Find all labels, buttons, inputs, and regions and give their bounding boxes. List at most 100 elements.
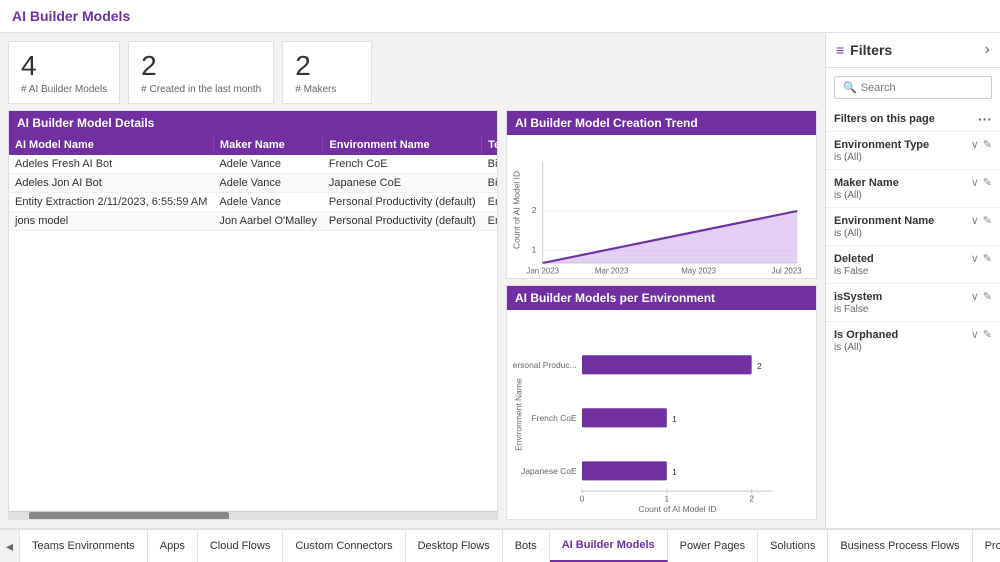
svg-text:Japanese CoE: Japanese CoE bbox=[521, 466, 577, 476]
main-layout: 4 # AI Builder Models 2 # Created in the… bbox=[0, 33, 1000, 528]
tab-cloud-flows[interactable]: Cloud Flows bbox=[198, 530, 284, 562]
svg-text:French CoE: French CoE bbox=[531, 413, 577, 423]
tab-desktop-flows[interactable]: Desktop Flows bbox=[406, 530, 503, 562]
table-cell: French CoE bbox=[323, 155, 482, 174]
bottom-section: AI Builder Model Details AI Model Name M… bbox=[8, 110, 817, 520]
filter-value-1: is (All) bbox=[834, 190, 992, 201]
filter-item-1[interactable]: Maker Name ∨ ✎ is (All) bbox=[826, 169, 1000, 207]
filter-item-header-3: Deleted ∨ ✎ bbox=[834, 252, 992, 265]
filter-item-header-2: Environment Name ∨ ✎ bbox=[834, 214, 992, 227]
trend-chart-svg: Count of AI Model ID 1 2 bbox=[513, 141, 810, 279]
filter-actions-2: ∨ ✎ bbox=[971, 214, 992, 227]
filter-name-0: Environment Type bbox=[834, 139, 929, 151]
page-header: AI Builder Models bbox=[0, 0, 1000, 33]
svg-text:Count of AI Model ID: Count of AI Model ID bbox=[638, 504, 716, 513]
bottom-tabs: ◂ Teams EnvironmentsAppsCloud FlowsCusto… bbox=[0, 528, 1000, 562]
tab-process-flows[interactable]: Process Flows bbox=[973, 530, 1000, 562]
table-cell: Personal Productivity (default) bbox=[323, 193, 482, 212]
kpi-row: 4 # AI Builder Models 2 # Created in the… bbox=[8, 41, 817, 104]
filter-clear-5[interactable]: ✎ bbox=[983, 328, 992, 341]
filters-expand-button[interactable]: › bbox=[985, 41, 990, 59]
filter-name-4: isSystem bbox=[834, 291, 882, 303]
table-cell: Adeles Jon AI Bot bbox=[9, 174, 213, 193]
svg-text:0: 0 bbox=[580, 493, 585, 503]
col-maker-name: Maker Name bbox=[213, 135, 322, 155]
tab-bots[interactable]: Bots bbox=[503, 530, 550, 562]
table-cell: EntityExtraction bbox=[482, 212, 497, 231]
filter-clear-3[interactable]: ✎ bbox=[983, 252, 992, 265]
svg-text:Created on (Month): Created on (Month) bbox=[633, 276, 707, 278]
svg-text:2: 2 bbox=[532, 205, 537, 215]
svg-text:1: 1 bbox=[672, 414, 677, 424]
search-icon: 🔍 bbox=[843, 81, 857, 94]
ai-models-table: AI Model Name Maker Name Environment Nam… bbox=[9, 135, 497, 231]
filter-clear-1[interactable]: ✎ bbox=[983, 176, 992, 189]
filters-title: ≡ Filters bbox=[836, 42, 892, 58]
svg-text:2: 2 bbox=[757, 361, 762, 371]
table-scrollbar[interactable] bbox=[9, 511, 497, 519]
filter-item-header-0: Environment Type ∨ ✎ bbox=[834, 138, 992, 151]
filter-clear-2[interactable]: ✎ bbox=[983, 214, 992, 227]
filter-item-2[interactable]: Environment Name ∨ ✎ is (All) bbox=[826, 207, 1000, 245]
filter-clear-4[interactable]: ✎ bbox=[983, 290, 992, 303]
table-cell: Entity Extraction 2/11/2023, 6:55:59 AM bbox=[9, 193, 213, 212]
filter-actions-3: ∨ ✎ bbox=[971, 252, 992, 265]
tab-teams-environments[interactable]: Teams Environments bbox=[20, 530, 148, 562]
kpi-value-0: 4 bbox=[21, 50, 107, 82]
col-template: Template bbox=[482, 135, 497, 155]
table-container[interactable]: AI Model Name Maker Name Environment Nam… bbox=[9, 135, 497, 511]
filter-chevron-0[interactable]: ∨ bbox=[971, 138, 979, 151]
per-env-chart-box: AI Builder Models per Environment Enviro… bbox=[506, 285, 817, 520]
filter-chevron-2[interactable]: ∨ bbox=[971, 214, 979, 227]
kpi-card-0: 4 # AI Builder Models bbox=[8, 41, 120, 104]
trend-chart-box: AI Builder Model Creation Trend Count of… bbox=[506, 110, 817, 279]
filter-name-3: Deleted bbox=[834, 253, 874, 265]
per-env-chart-title: AI Builder Models per Environment bbox=[507, 286, 816, 310]
filter-item-4[interactable]: isSystem ∨ ✎ is False bbox=[826, 283, 1000, 321]
table-header-row: AI Model Name Maker Name Environment Nam… bbox=[9, 135, 497, 155]
svg-text:1: 1 bbox=[664, 493, 669, 503]
filter-item-header-4: isSystem ∨ ✎ bbox=[834, 290, 992, 303]
filter-chevron-5[interactable]: ∨ bbox=[971, 328, 979, 341]
filter-search-box[interactable]: 🔍 bbox=[834, 76, 992, 99]
filter-search-input[interactable] bbox=[861, 82, 983, 94]
filter-actions-0: ∨ ✎ bbox=[971, 138, 992, 151]
filters-more-button[interactable]: ··· bbox=[978, 111, 992, 127]
filter-clear-0[interactable]: ✎ bbox=[983, 138, 992, 151]
filters-label: Filters bbox=[850, 42, 892, 58]
table-cell: Adele Vance bbox=[213, 174, 322, 193]
kpi-label-2: # Makers bbox=[295, 84, 359, 95]
kpi-value-1: 2 bbox=[141, 50, 261, 82]
filter-item-5[interactable]: Is Orphaned ∨ ✎ is (All) bbox=[826, 321, 1000, 359]
filter-chevron-4[interactable]: ∨ bbox=[971, 290, 979, 303]
filter-item-3[interactable]: Deleted ∨ ✎ is False bbox=[826, 245, 1000, 283]
tab-apps[interactable]: Apps bbox=[148, 530, 198, 562]
table-cell: Personal Productivity (default) bbox=[323, 212, 482, 231]
filter-chevron-3[interactable]: ∨ bbox=[971, 252, 979, 265]
per-env-chart-content: Environment Name Personal Produc... 2 Fr… bbox=[507, 310, 816, 519]
tab-custom-connectors[interactable]: Custom Connectors bbox=[283, 530, 405, 562]
filter-item-header-5: Is Orphaned ∨ ✎ bbox=[834, 328, 992, 341]
tab-ai-builder-models[interactable]: AI Builder Models bbox=[550, 530, 668, 562]
filter-chevron-1[interactable]: ∨ bbox=[971, 176, 979, 189]
filter-item-0[interactable]: Environment Type ∨ ✎ is (All) bbox=[826, 131, 1000, 169]
filter-value-3: is False bbox=[834, 266, 992, 277]
tab-solutions[interactable]: Solutions bbox=[758, 530, 828, 562]
trend-chart-title: AI Builder Model Creation Trend bbox=[507, 111, 816, 135]
filter-value-5: is (All) bbox=[834, 342, 992, 353]
tab-nav-prev[interactable]: ◂ bbox=[0, 530, 20, 562]
svg-text:Jul 2023: Jul 2023 bbox=[772, 267, 803, 276]
filter-name-5: Is Orphaned bbox=[834, 329, 898, 341]
tab-power-pages[interactable]: Power Pages bbox=[668, 530, 758, 562]
filter-item-header-1: Maker Name ∨ ✎ bbox=[834, 176, 992, 189]
kpi-card-2: 2 # Makers bbox=[282, 41, 372, 104]
svg-text:1: 1 bbox=[672, 467, 677, 477]
filter-value-4: is False bbox=[834, 304, 992, 315]
kpi-label-1: # Created in the last month bbox=[141, 84, 261, 95]
table-cell: Adeles Fresh AI Bot bbox=[9, 155, 213, 174]
table-cell: Japanese CoE bbox=[323, 174, 482, 193]
svg-text:May 2023: May 2023 bbox=[681, 267, 716, 276]
tab-business-process-flows[interactable]: Business Process Flows bbox=[828, 530, 972, 562]
filter-actions-4: ∨ ✎ bbox=[971, 290, 992, 303]
kpi-card-1: 2 # Created in the last month bbox=[128, 41, 274, 104]
